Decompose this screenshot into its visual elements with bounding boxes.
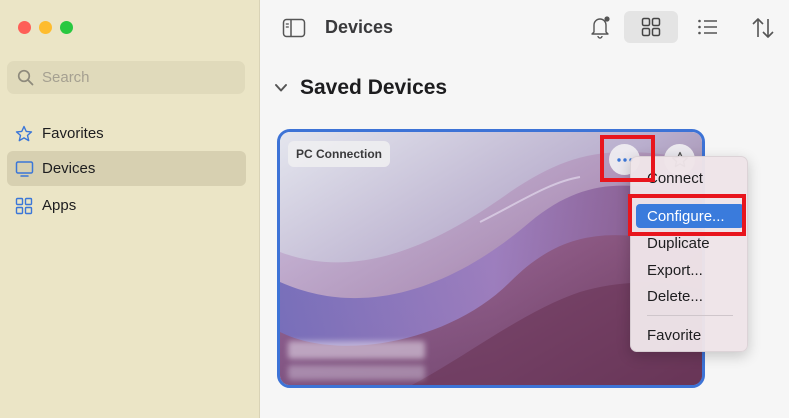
menu-separator [647,315,733,316]
highlight-configure-item [628,194,746,236]
sidebar-item-label: Devices [42,160,96,177]
toolbar: Devices [260,0,789,56]
sidebar-item-label: Apps [42,197,77,214]
menu-item-favorite[interactable]: Favorite [636,323,744,347]
monitor-icon [14,159,34,179]
star-icon [14,124,34,144]
minimize-window-button[interactable] [39,21,52,34]
connection-badge: PC Connection [288,141,390,167]
sidebar-item-label: Favorites [42,125,104,142]
redacted-device-name [288,341,425,359]
sidebar-item-apps[interactable]: Apps [7,188,246,223]
chevron-down-icon[interactable] [274,83,288,93]
close-window-button[interactable] [18,21,31,34]
highlight-more-button [600,135,655,182]
context-menu: Connect Configure... Duplicate Export...… [630,156,748,352]
list-view-icon[interactable] [696,16,720,38]
redacted-host [288,365,425,380]
page-title: Devices [325,17,394,37]
section-header[interactable]: Saved Devices [274,76,447,100]
menu-item-export[interactable]: Export... [636,258,744,282]
apps-icon [14,196,34,216]
search-input[interactable] [40,68,234,87]
search-icon [17,69,34,86]
window-controls [18,21,73,34]
bell-icon[interactable] [588,15,612,39]
menu-item-delete[interactable]: Delete... [636,284,744,308]
sort-icon[interactable] [749,15,777,41]
sidebar-toggle-icon[interactable] [282,17,306,39]
zoom-window-button[interactable] [60,21,73,34]
sidebar: Favorites Devices Apps [0,0,260,418]
section-title: Saved Devices [300,76,448,99]
main-content: Devices Saved Devices PC Connection Conn… [260,0,789,418]
sidebar-item-devices[interactable]: Devices [7,151,246,186]
sidebar-item-favorites[interactable]: Favorites [7,116,246,151]
grid-view-icon[interactable] [624,11,678,43]
search-field[interactable] [7,61,245,94]
